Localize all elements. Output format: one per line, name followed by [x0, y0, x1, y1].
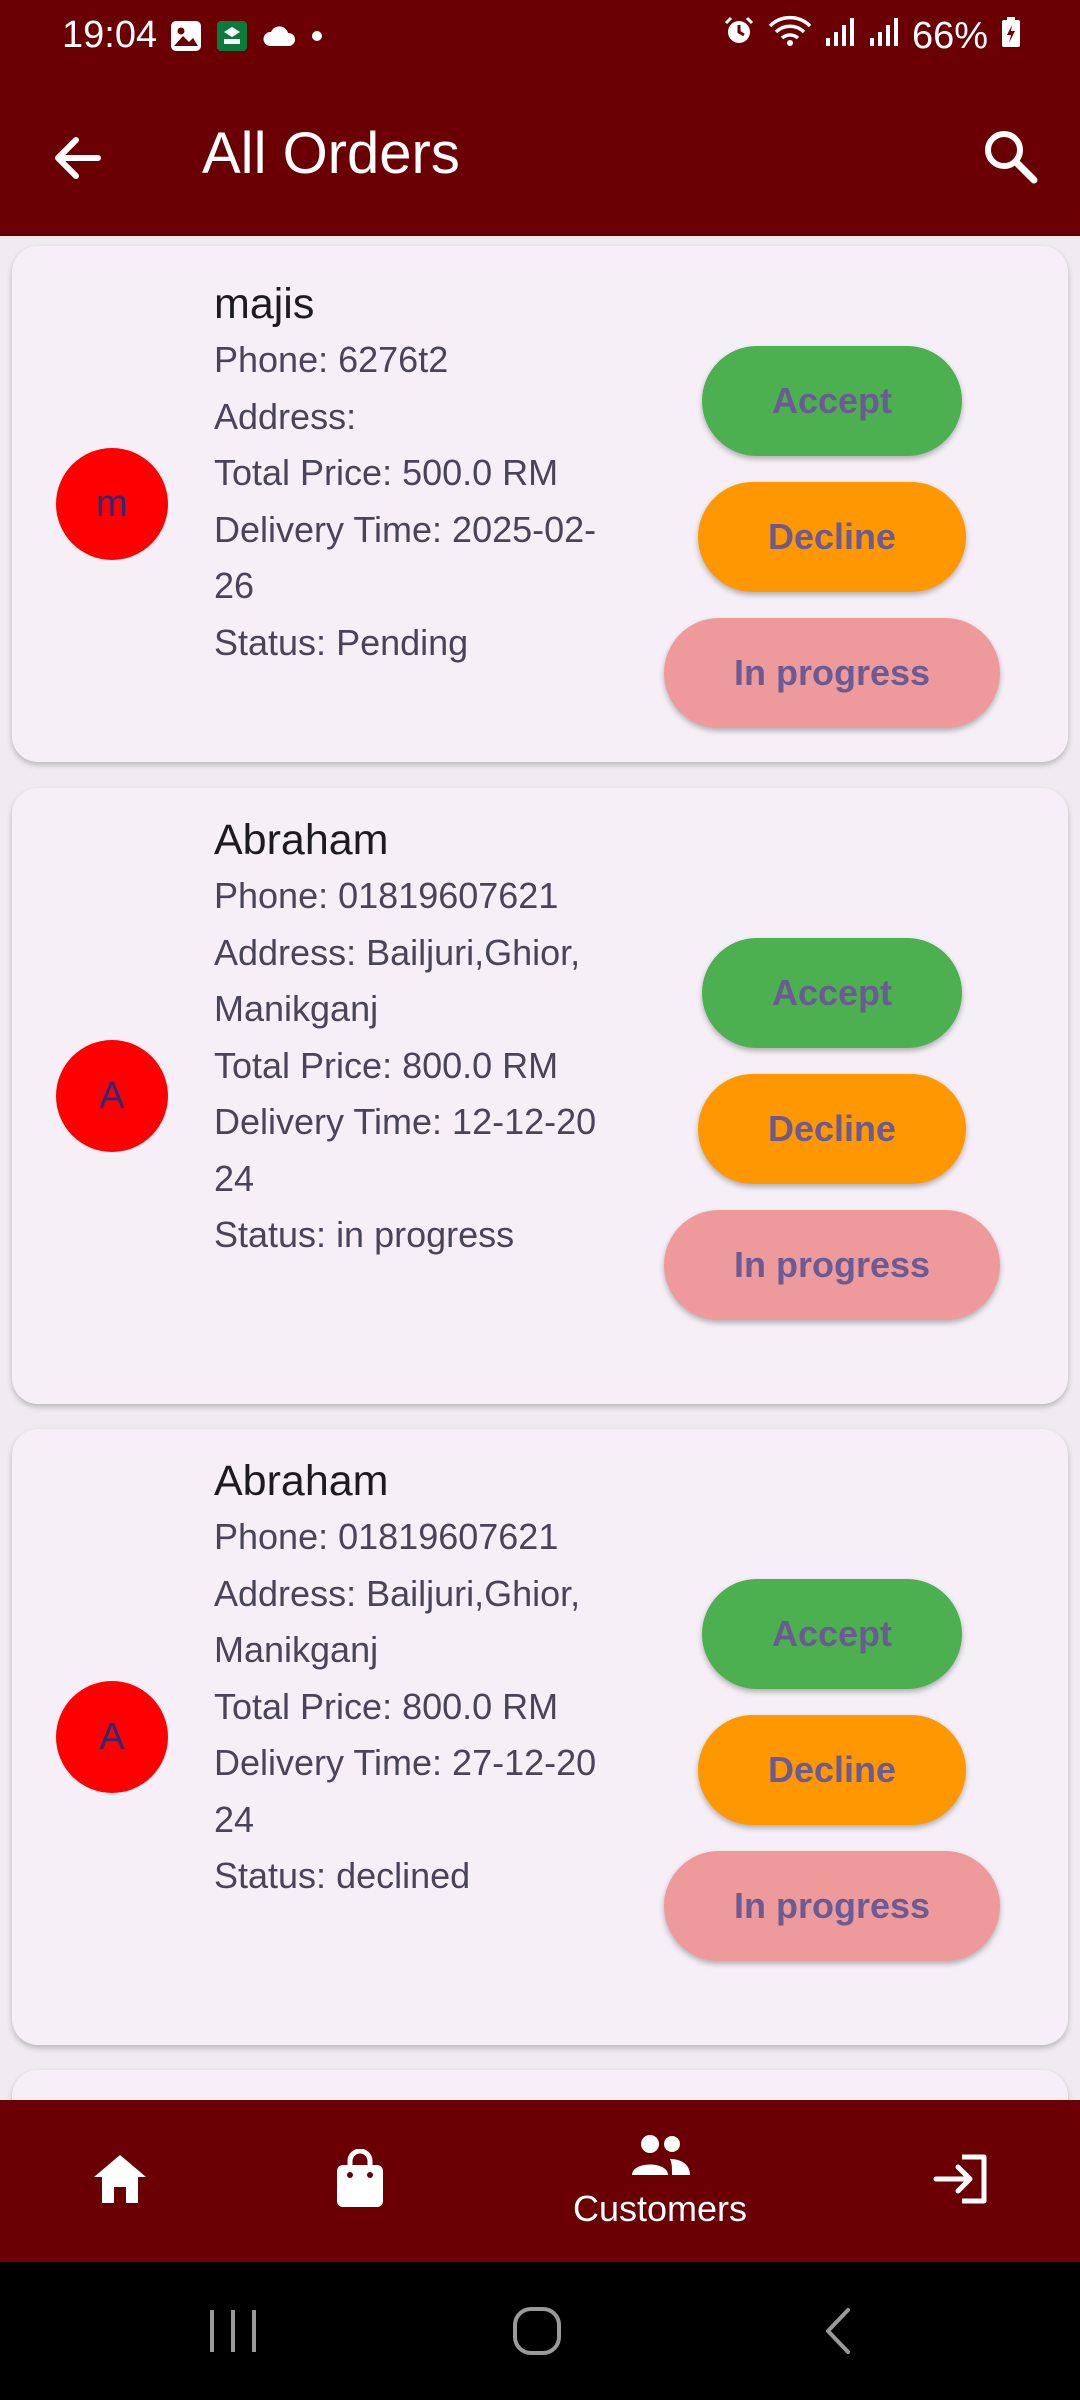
home-system-icon[interactable]	[510, 2306, 564, 2361]
delivery-time-text: Delivery Time: 2025-02-26	[214, 508, 597, 607]
app-bar: All Orders	[0, 76, 1080, 236]
accept-button[interactable]: Accept	[702, 346, 962, 456]
battery-percent: 66%	[911, 14, 988, 57]
order-info: majis Phone: 6276t2 Address: Total Price…	[214, 276, 604, 671]
dot-icon	[310, 29, 324, 48]
decline-button[interactable]: Decline	[698, 1715, 966, 1825]
cloud-icon	[262, 24, 296, 53]
signal-icon	[824, 15, 856, 58]
shopping-bag-icon	[334, 2148, 386, 2214]
status-text: Status: declined	[214, 1855, 471, 1896]
in-progress-button[interactable]: In progress	[664, 1210, 1000, 1320]
order-card: A Abraham Phone: 01819607621 Address: Ba…	[12, 1429, 1068, 2045]
nav-label-customers: Customers	[572, 2187, 748, 2229]
alarm-icon	[722, 14, 756, 58]
back-arrow-icon[interactable]	[46, 126, 110, 190]
total-price-text: Total Price: 800.0 RM	[214, 1044, 559, 1086]
nav-item-orders[interactable]	[300, 2100, 420, 2262]
decline-button[interactable]: Decline	[698, 482, 966, 592]
order-info: Abraham Phone: 01819607621 Address: Bail…	[214, 1453, 604, 1905]
decline-button[interactable]: Decline	[698, 1074, 966, 1184]
wifi-icon	[768, 14, 812, 58]
system-nav-bar	[0, 2262, 1080, 2400]
notification-icons	[170, 20, 324, 57]
nav-item-logout[interactable]	[900, 2100, 1020, 2262]
status-bar: 19:04 66%	[0, 0, 1080, 76]
in-progress-button[interactable]: In progress	[664, 1851, 1000, 1961]
accept-button[interactable]: Accept	[702, 938, 962, 1048]
logout-icon	[930, 2151, 990, 2212]
address-text: Address: Bailjuri,Ghior,Manikganj	[214, 931, 581, 1030]
nav-item-home[interactable]	[60, 2100, 180, 2262]
address-text: Address: Bailjuri,Ghior,Manikganj	[214, 1572, 581, 1671]
recent-apps-icon[interactable]	[206, 2306, 260, 2361]
avatar: m	[56, 448, 168, 560]
status-text: Status: in progress	[214, 1214, 515, 1255]
phone-text: Phone: 6276t2	[214, 339, 449, 380]
customer-name: Abraham	[214, 1457, 389, 1505]
status-text: Status: Pending	[214, 621, 469, 663]
avatar: A	[56, 1040, 168, 1152]
order-card	[12, 2070, 1068, 2100]
status-right: 66%	[722, 14, 1022, 58]
address-text: Address:	[214, 395, 357, 437]
avatar: A	[56, 1681, 168, 1793]
in-progress-button[interactable]: In progress	[664, 618, 1000, 728]
signal-icon	[868, 15, 900, 58]
bottom-nav: Customers	[0, 2100, 1080, 2262]
battery-icon	[1000, 15, 1022, 58]
home-icon	[90, 2151, 150, 2212]
customer-name: Abraham	[214, 816, 389, 864]
order-info: Abraham Phone: 01819607621 Address: Bail…	[214, 812, 604, 1264]
phone-text: Phone: 01819607621	[214, 875, 559, 916]
order-card: m majis Phone: 6276t2 Address: Total Pri…	[12, 246, 1068, 762]
back-system-icon[interactable]	[818, 2306, 858, 2361]
page-title: All Orders	[202, 121, 460, 186]
delivery-time-text: Delivery Time: 27-12-2024	[214, 1742, 597, 1840]
accept-button[interactable]: Accept	[702, 1579, 962, 1689]
delivery-time-text: Delivery Time: 12-12-2024	[214, 1101, 597, 1199]
phone-text: Phone: 01819607621	[214, 1516, 559, 1557]
search-icon[interactable]	[978, 124, 1042, 188]
order-card: A Abraham Phone: 01819607621 Address: Ba…	[12, 788, 1068, 1404]
status-time: 19:04	[62, 14, 158, 56]
total-price-text: Total Price: 800.0 RM	[214, 1685, 559, 1727]
orders-list[interactable]: m majis Phone: 6276t2 Address: Total Pri…	[0, 236, 1080, 2100]
customer-name: majis	[214, 280, 315, 328]
total-price-text: Total Price: 500.0 RM	[214, 452, 559, 493]
nav-item-customers[interactable]: Customers	[530, 2100, 790, 2262]
app-notification-icon	[216, 20, 248, 57]
gallery-icon	[170, 20, 202, 57]
people-icon	[628, 2133, 692, 2182]
